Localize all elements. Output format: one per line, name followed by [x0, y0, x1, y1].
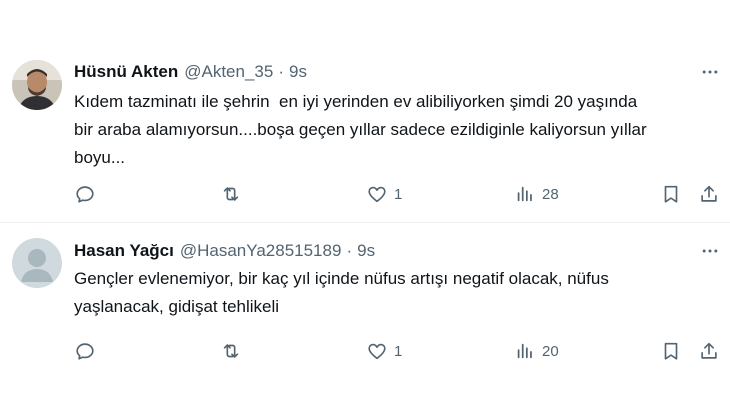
retweet-button[interactable]	[220, 179, 248, 209]
view-count: 28	[542, 185, 559, 203]
reply-icon	[76, 343, 94, 360]
tweet-header: Hüsnü Akten @Akten_35 · 9s	[74, 60, 307, 84]
tweet-actions: 1 20	[0, 336, 730, 366]
bookmark-icon	[664, 342, 678, 360]
views-icon	[517, 186, 532, 202]
author-name[interactable]: Hüsnü Akten	[74, 62, 178, 82]
view-count: 20	[542, 342, 559, 360]
more-button[interactable]	[698, 239, 722, 263]
views-icon	[517, 343, 532, 359]
like-count: 1	[394, 185, 403, 203]
share-icon	[701, 185, 717, 202]
like-button[interactable]: 1	[366, 336, 402, 366]
tweet-actions: 1 28	[0, 179, 730, 209]
reply-button[interactable]	[74, 336, 102, 366]
retweet-button[interactable]	[220, 336, 248, 366]
share-button[interactable]	[698, 179, 720, 209]
author-name[interactable]: Hasan Yağcı	[74, 241, 174, 261]
like-icon	[368, 343, 386, 360]
like-count: 1	[394, 342, 403, 360]
like-icon	[368, 186, 386, 203]
reply-icon	[76, 186, 94, 203]
avatar[interactable]	[12, 238, 62, 288]
tweet-text: Gençler evlenemiyor, bir kaç yıl içinde …	[74, 269, 609, 316]
timestamp[interactable]: 9s	[289, 62, 307, 82]
more-button[interactable]	[698, 60, 722, 84]
separator: ·	[346, 241, 353, 260]
tweet-text: Kıdem tazminatı ile şehrin en iyi yerind…	[74, 92, 647, 167]
retweet-icon	[223, 344, 239, 358]
retweet-icon	[223, 187, 239, 201]
tweet[interactable]: Hasan Yağcı @HasanYa28515189 · 9s Gençle…	[0, 223, 730, 420]
more-icon	[702, 249, 718, 253]
share-icon	[701, 342, 717, 359]
bookmark-button[interactable]	[660, 179, 682, 209]
timestamp[interactable]: 9s	[357, 241, 375, 261]
bookmark-icon	[664, 185, 678, 203]
separator: ·	[278, 62, 284, 81]
views-button[interactable]: 28	[514, 179, 559, 209]
reply-button[interactable]	[74, 179, 102, 209]
bookmark-button[interactable]	[660, 336, 682, 366]
like-button[interactable]: 1	[366, 179, 402, 209]
tweet[interactable]: Hüsnü Akten @Akten_35 · 9s Kıdem tazmina…	[0, 0, 730, 222]
author-handle[interactable]: @HasanYa28515189	[180, 241, 342, 261]
avatar[interactable]	[12, 60, 62, 110]
tweet-header: Hasan Yağcı @HasanYa28515189 · 9s	[74, 239, 375, 263]
views-button[interactable]: 20	[514, 336, 559, 366]
more-icon	[702, 70, 718, 74]
author-handle[interactable]: @Akten_35	[184, 62, 273, 82]
share-button[interactable]	[698, 336, 720, 366]
